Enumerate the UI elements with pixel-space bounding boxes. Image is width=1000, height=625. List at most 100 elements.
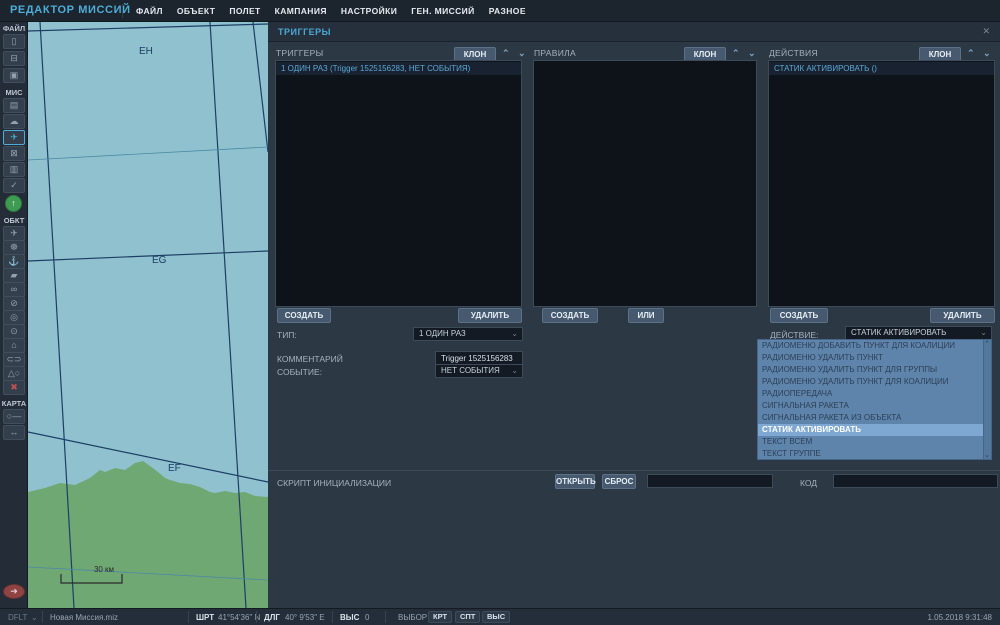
zone-icon[interactable]: ◎	[3, 310, 25, 325]
action-list-item[interactable]: СТАТИК АКТИВИРОВАТЬ ()	[769, 62, 994, 75]
rules-move-down-icon[interactable]: ⌄	[748, 48, 756, 59]
new-mission-icon[interactable]: ▯	[3, 34, 25, 49]
menu-misc[interactable]: РАЗНОЕ	[489, 6, 526, 16]
code-label: КОД	[800, 478, 818, 488]
grid-label-ef: EF	[168, 463, 181, 474]
exit-icon[interactable]: ➜	[3, 584, 25, 599]
trigger-zone-icon[interactable]: ⊠	[3, 146, 25, 161]
ship-icon[interactable]: ⚓	[3, 254, 25, 269]
open-mission-icon[interactable]: ⊟	[3, 51, 25, 66]
dropdown-option[interactable]: СИГНАЛЬНАЯ РАКЕТА	[758, 400, 985, 412]
triggers-move-up-icon[interactable]: ⌃	[502, 48, 510, 59]
event-select[interactable]: НЕТ СОБЫТИЯ ⌄	[435, 364, 523, 378]
scroll-up-icon[interactable]: ⌃	[983, 340, 991, 348]
action-select-value: СТАТИК АКТИВИРОВАТЬ	[851, 328, 947, 337]
sidebar-section-map: КАРТА	[1, 399, 27, 408]
sidebar-section-file: ФАЙЛ	[2, 24, 26, 33]
waypoint-icon[interactable]: ⊘	[3, 296, 25, 311]
triggers-move-down-icon[interactable]: ⌄	[518, 48, 526, 59]
resources-icon[interactable]: ▥	[3, 162, 25, 177]
vehicle-icon[interactable]: ▰	[3, 268, 25, 283]
profile-select[interactable]: DFLT	[8, 613, 27, 622]
briefing-icon[interactable]: ▤	[3, 98, 25, 113]
airplane-icon[interactable]: ✈	[3, 226, 25, 241]
event-select-value: НЕТ СОБЫТИЯ	[441, 366, 500, 375]
type-select-value: 1 ОДИН РАЗ	[419, 329, 466, 338]
longitude-label: ДЛГ	[264, 613, 280, 622]
dropdown-option[interactable]: ТЕКСТ ВСЕМ	[758, 436, 985, 448]
script-reset-button[interactable]: СБРОС	[602, 474, 636, 489]
scroll-down-icon[interactable]: ⌄	[983, 451, 991, 459]
dropdown-option[interactable]: РАДИОМЕНЮ УДАЛИТЬ ПУНКТ ДЛЯ КОАЛИЦИИ	[758, 376, 985, 388]
ruler-icon[interactable]: ○—	[3, 409, 25, 424]
actions-move-down-icon[interactable]: ⌄	[983, 48, 991, 59]
script-open-button[interactable]: ОТКРЫТЬ	[555, 474, 596, 489]
actions-move-up-icon[interactable]: ⌃	[967, 48, 975, 59]
dropdown-option[interactable]: РАДИОПЕРЕДАЧА	[758, 388, 985, 400]
menu-campaign[interactable]: КАМПАНИЯ	[275, 6, 327, 16]
statusbar-separator	[385, 611, 386, 623]
rules-list[interactable]	[533, 60, 757, 307]
dropdown-option[interactable]: РАДИОМЕНЮ УДАЛИТЬ ПУНКТ	[758, 352, 985, 364]
altitude-value: 0	[365, 613, 370, 622]
weather-icon[interactable]: ☁	[3, 114, 25, 129]
chevron-down-icon: ⌄	[980, 328, 987, 337]
action-dropdown-list[interactable]: РАДИОМЕНЮ ДОБАВИТЬ ПУНКТ ДЛЯ КОАЛИЦИИ РА…	[757, 339, 992, 460]
action-select[interactable]: СТАТИК АКТИВИРОВАТЬ ⌄	[845, 326, 992, 340]
trigger-delete-button[interactable]: УДАЛИТЬ	[458, 308, 522, 323]
action-create-button[interactable]: СОЗДАТЬ	[770, 308, 828, 323]
type-select[interactable]: 1 ОДИН РАЗ ⌄	[413, 327, 523, 341]
script-file-input[interactable]	[647, 474, 773, 488]
tool-sidebar: ФАЙЛ ▯ ⊟ ▣ МИС ▤ ☁ ✈ ⊠ ▥ ✓ ↑ ОБКТ ✈ ☸ ⚓ …	[0, 22, 28, 608]
static-object-icon[interactable]: ⌂	[3, 338, 25, 353]
actions-list[interactable]: СТАТИК АКТИВИРОВАТЬ ()	[768, 60, 995, 307]
dropdown-scrollbar[interactable]: ⌃ ⌄	[983, 340, 991, 459]
map-layer-button[interactable]: КРТ	[428, 611, 453, 623]
altitude-layer-button[interactable]: ВЫС	[482, 611, 511, 623]
top-menu-bar: РЕДАКТОР МИССИЙ ФАЙЛ ОБЪЕКТ ПОЛЕТ КАМПАН…	[0, 0, 1000, 22]
menu-settings[interactable]: НАСТРОЙКИ	[341, 6, 397, 16]
dropdown-option[interactable]: СИГНАЛЬНАЯ РАКЕТА ИЗ ОБЪЕКТА	[758, 412, 985, 424]
dropdown-option-selected[interactable]: СТАТИК АКТИВИРОВАТЬ	[758, 424, 985, 436]
actions-column-header: ДЕЙСТВИЯ	[769, 48, 818, 58]
satellite-layer-button[interactable]: СПТ	[455, 611, 481, 623]
fly-mission-icon[interactable]: ↑	[5, 195, 22, 212]
menu-mission-generator[interactable]: ГЕН. МИССИЙ	[411, 6, 474, 16]
map-canvas: EH EG EF 30 км	[28, 22, 268, 608]
code-input[interactable]	[833, 474, 998, 488]
routes-tool-icon[interactable]: ✈	[3, 130, 25, 145]
comment-input[interactable]	[435, 351, 523, 365]
rule-create-button[interactable]: СОЗДАТЬ	[542, 308, 598, 323]
target-icon[interactable]: ⊙	[3, 324, 25, 339]
close-icon[interactable]: ✕	[982, 26, 990, 37]
save-mission-icon[interactable]: ▣	[3, 68, 25, 83]
menu-flight[interactable]: ПОЛЕТ	[229, 6, 260, 16]
latitude-value: 41°54'36" N	[218, 613, 261, 622]
sidebar-section-mission: МИС	[5, 88, 23, 97]
menu-file[interactable]: ФАЙЛ	[136, 6, 163, 16]
helicopter-icon[interactable]: ☸	[3, 240, 25, 255]
rules-move-up-icon[interactable]: ⌃	[732, 48, 740, 59]
chevron-down-icon: ⌄	[511, 329, 518, 338]
triggers-column-header: ТРИГГЕРЫ	[276, 48, 324, 58]
delete-object-icon[interactable]: ✖	[3, 380, 25, 395]
dropdown-option[interactable]: ТЕКСТ ГРУППЕ	[758, 448, 985, 460]
draw-shapes-icon[interactable]: △○	[3, 366, 25, 381]
triggers-list[interactable]: 1 ОДИН РАЗ (Trigger 1525156283, НЕТ СОБЫ…	[275, 60, 522, 307]
convoy-icon[interactable]: ∞	[3, 282, 25, 297]
rule-or-button[interactable]: ИЛИ	[628, 308, 664, 323]
action-delete-button[interactable]: УДАЛИТЬ	[930, 308, 995, 323]
map-view[interactable]: EH EG EF 30 км	[28, 22, 268, 608]
dropdown-option[interactable]: РАДИОМЕНЮ ДОБАВИТЬ ПУНКТ ДЛЯ КОАЛИЦИИ	[758, 340, 985, 352]
linked-objects-icon[interactable]: ⊂⊃	[3, 352, 25, 367]
trigger-list-item[interactable]: 1 ОДИН РАЗ (Trigger 1525156283, НЕТ СОБЫ…	[276, 62, 521, 75]
sidebar-section-objects: ОБКТ	[3, 216, 25, 225]
trigger-create-button[interactable]: СОЗДАТЬ	[277, 308, 331, 323]
distance-icon[interactable]: ↔	[3, 425, 25, 440]
dropdown-option[interactable]: РАДИОМЕНЮ УДАЛИТЬ ПУНКТ ДЛЯ ГРУППЫ	[758, 364, 985, 376]
mission-filename: Новая Миссия.miz	[50, 613, 118, 622]
status-bar: DFLT ⌄ Новая Миссия.miz ШРТ 41°54'36" N …	[0, 608, 1000, 625]
altitude-label: ВЫС	[340, 613, 360, 622]
check-mission-icon[interactable]: ✓	[3, 178, 25, 193]
menu-object[interactable]: ОБЪЕКТ	[177, 6, 215, 16]
